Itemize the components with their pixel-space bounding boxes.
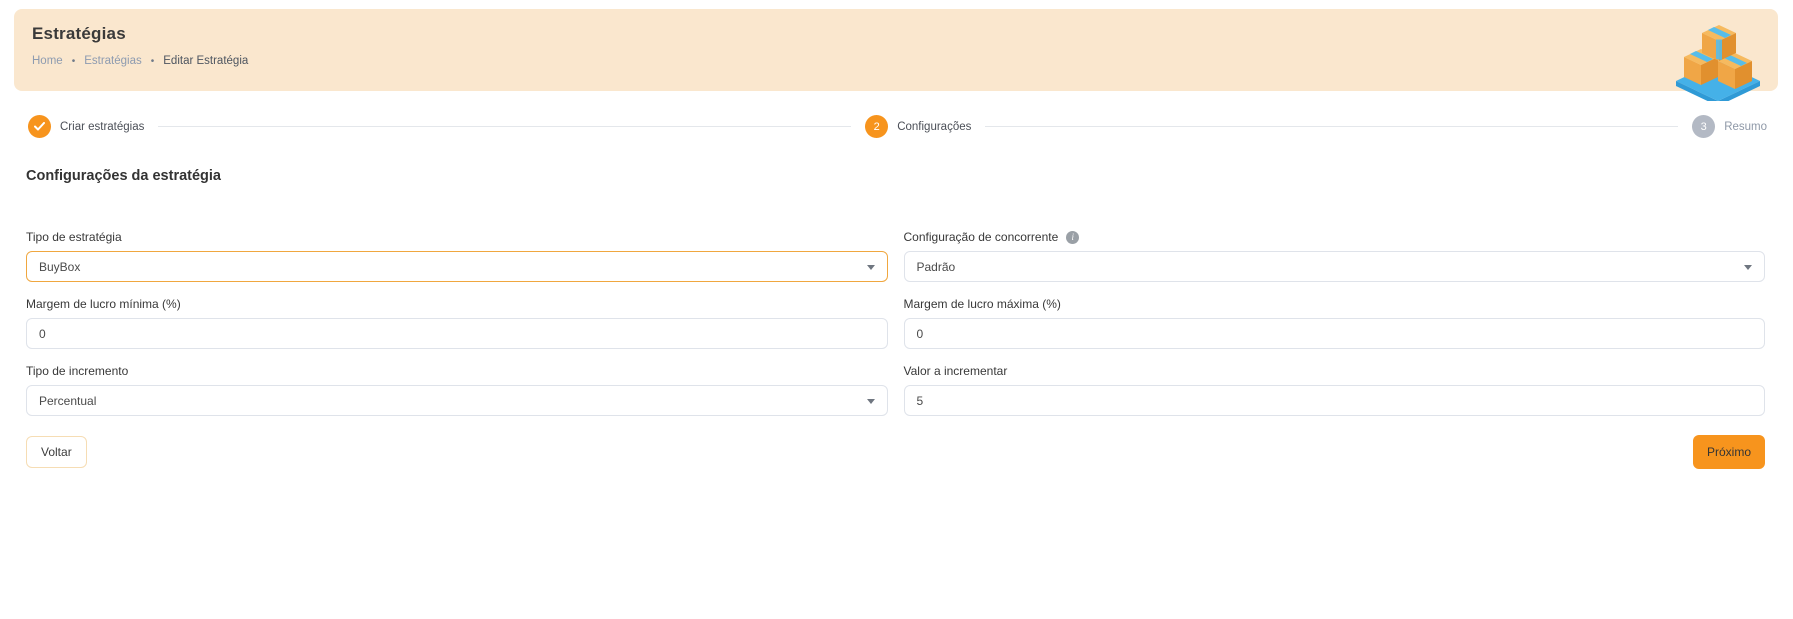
stepper-step-criar-estrategias[interactable]: Criar estratégias xyxy=(28,115,144,138)
margem-lucro-minima-input[interactable] xyxy=(26,318,888,349)
tipo-de-incremento-select[interactable]: Percentual xyxy=(26,385,888,416)
breadcrumb-estrategias[interactable]: Estratégias xyxy=(84,55,142,67)
valor-a-incrementar-input[interactable] xyxy=(903,385,1765,416)
field-label-text: Margem de lucro mínima (%) xyxy=(26,297,181,311)
breadcrumb-separator: • xyxy=(71,55,76,67)
select-value: Padrão xyxy=(916,259,956,274)
field-label-text: Valor a incrementar xyxy=(903,364,1008,378)
margem-lucro-maxima-input[interactable] xyxy=(903,318,1765,349)
breadcrumb-home[interactable]: Home xyxy=(32,55,63,67)
chevron-down-icon xyxy=(1744,264,1752,270)
stepper-step-resumo[interactable]: 3 Resumo xyxy=(1692,115,1767,138)
select-value: Percentual xyxy=(39,393,97,408)
step-label: Criar estratégias xyxy=(60,120,145,133)
field-margem-lucro-minima: Margem de lucro mínima (%) xyxy=(26,297,888,349)
field-label: Valor a incrementar xyxy=(904,364,1766,378)
stepper: Criar estratégias 2 Configurações 3 Resu… xyxy=(28,115,1767,138)
next-button[interactable]: Próximo xyxy=(1692,435,1765,469)
step-active-circle: 2 xyxy=(865,115,889,138)
field-label-text: Configuração de concorrente xyxy=(903,230,1059,244)
strategy-form: Tipo de estratégia BuyBox Configuração d… xyxy=(26,230,1765,416)
field-label-text: Tipo de incremento xyxy=(26,364,129,378)
configuracao-de-concorrente-select[interactable]: Padrão xyxy=(903,251,1765,282)
step-completed-circle xyxy=(28,115,51,138)
stepper-connector xyxy=(985,126,1679,127)
chevron-down-icon xyxy=(866,264,875,270)
back-button[interactable]: Voltar xyxy=(26,436,87,468)
page-header: Estratégias Home • Estratégias • Editar … xyxy=(14,9,1778,106)
field-margem-lucro-maxima: Margem de lucro máxima (%) xyxy=(903,297,1766,349)
field-label: Margem de lucro máxima (%) xyxy=(904,297,1766,311)
field-valor-a-incrementar: Valor a incrementar xyxy=(903,364,1766,416)
breadcrumb-current: Editar Estratégia xyxy=(163,55,249,67)
field-label-text: Margem de lucro máxima (%) xyxy=(903,297,1061,311)
select-value: BuyBox xyxy=(39,259,81,274)
breadcrumb-separator: • xyxy=(150,55,155,67)
breadcrumb: Home • Estratégias • Editar Estratégia xyxy=(32,55,1756,67)
step-label: Resumo xyxy=(1724,120,1768,133)
step-upcoming-circle: 3 xyxy=(1692,115,1716,138)
stepper-step-configuracoes[interactable]: 2 Configurações xyxy=(865,115,971,138)
page-title: Estratégias xyxy=(32,24,126,43)
form-actions: Voltar Próximo xyxy=(26,435,1765,469)
field-label: Configuração de concorrente i xyxy=(904,230,1766,244)
field-label: Tipo de estratégia xyxy=(26,230,888,244)
boxes-logo xyxy=(1672,19,1764,106)
chevron-down-icon xyxy=(866,398,875,404)
section-title: Configurações da estratégia xyxy=(26,168,221,184)
field-label: Margem de lucro mínima (%) xyxy=(26,297,888,311)
check-icon xyxy=(34,122,45,131)
field-configuracao-de-concorrente: Configuração de concorrente i Padrão xyxy=(903,230,1766,282)
stepper-connector xyxy=(158,126,852,127)
field-tipo-de-estrategia: Tipo de estratégia BuyBox xyxy=(26,230,888,282)
field-label-text: Tipo de estratégia xyxy=(26,230,122,244)
step-label: Configurações xyxy=(897,120,972,133)
field-tipo-de-incremento: Tipo de incremento Percentual xyxy=(26,364,888,416)
tipo-de-estrategia-select[interactable]: BuyBox xyxy=(26,251,888,282)
info-icon[interactable]: i xyxy=(1066,230,1080,244)
field-label: Tipo de incremento xyxy=(26,364,888,378)
